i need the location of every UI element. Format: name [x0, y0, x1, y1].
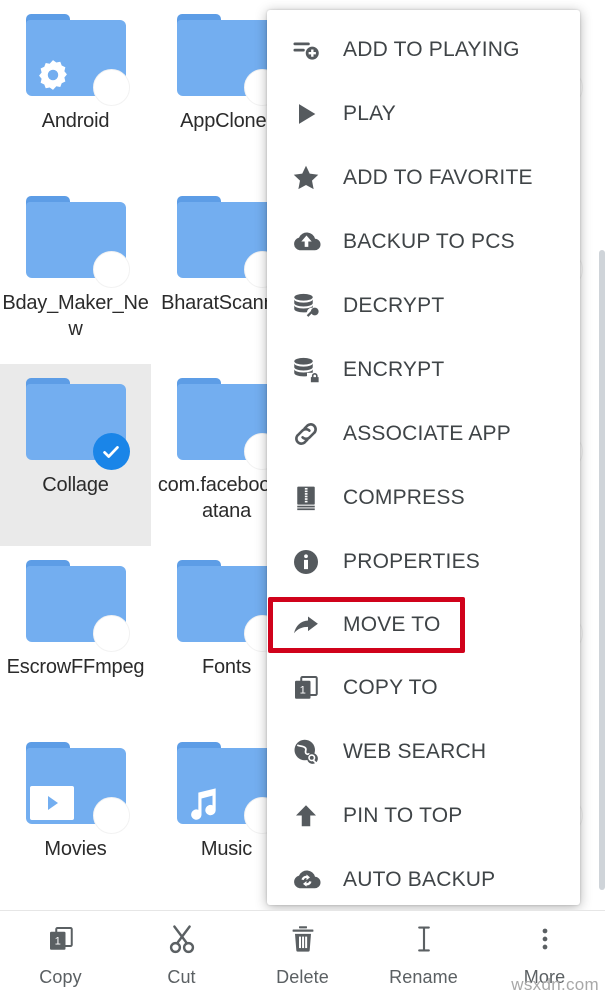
menu-item-label: ASSOCIATE APP: [343, 422, 511, 445]
folder-thumbnail: [176, 560, 281, 652]
bottom-action-rename[interactable]: Rename: [363, 920, 484, 988]
music-note-icon: [183, 784, 225, 822]
folder-label: Movies: [44, 838, 107, 860]
selection-checkbox-checked[interactable]: [92, 433, 130, 470]
cloud-sync-icon: [289, 863, 323, 897]
play-icon: [289, 97, 323, 131]
move-arrow-icon: [289, 608, 323, 642]
folder-thumbnail: [176, 742, 281, 834]
menu-item-properties[interactable]: PROPERTIES: [267, 530, 580, 594]
menu-item-move-to[interactable]: MOVE TO: [268, 597, 465, 653]
scissors-icon: [163, 920, 201, 958]
info-icon: [289, 545, 323, 579]
menu-item-decrypt[interactable]: DECRYPT: [267, 274, 580, 338]
folder-thumbnail: [176, 14, 281, 106]
folder-label: Bday_Maker_New: [2, 292, 149, 340]
menu-item-label: PIN TO TOP: [343, 804, 463, 827]
folder-label: EscrowFFmpeg: [6, 656, 145, 678]
context-menu: ADD TO PLAYING PLAY ADD TO FAVORITE BACKUP …: [267, 10, 580, 905]
link-icon: [289, 417, 323, 451]
bottom-action-copy[interactable]: 1 Copy: [0, 920, 121, 988]
folder-item[interactable]: Android: [0, 0, 151, 182]
folder-label: Android: [41, 110, 110, 132]
menu-item-label: BACKUP TO PCS: [343, 230, 515, 253]
svg-text:1: 1: [300, 684, 306, 696]
menu-item-label: ADD TO FAVORITE: [343, 166, 533, 189]
menu-item-encrypt[interactable]: ENCRYPT: [267, 338, 580, 402]
menu-item-auto-backup[interactable]: AUTO BACKUP: [267, 848, 580, 905]
bottom-action-label: Cut: [167, 967, 196, 987]
bottom-action-label: Delete: [276, 967, 329, 987]
database-lock-icon: [289, 353, 323, 387]
menu-item-label: AUTO BACKUP: [343, 868, 496, 891]
folder-item[interactable]: Movies: [0, 728, 151, 910]
database-key-icon: [289, 289, 323, 323]
text-cursor-icon: [405, 920, 443, 958]
menu-item-label: COMPRESS: [343, 486, 465, 509]
web-search-icon: [289, 735, 323, 769]
folder-thumbnail: [25, 14, 130, 106]
menu-item-label: PLAY: [343, 102, 396, 125]
folder-item[interactable]: Bday_Maker_New: [0, 182, 151, 364]
trash-icon: [284, 920, 322, 958]
menu-item-label: WEB SEARCH: [343, 740, 487, 763]
video-icon: [29, 786, 74, 820]
menu-item-label: MOVE TO: [343, 613, 441, 636]
menu-item-web-search[interactable]: WEB SEARCH: [267, 720, 580, 784]
selection-checkbox[interactable]: [92, 615, 130, 652]
folder-thumbnail: [176, 378, 281, 470]
bottom-action-delete[interactable]: Delete: [242, 920, 363, 988]
copy-icon: 1: [289, 671, 323, 705]
selection-checkbox[interactable]: [92, 69, 130, 106]
star-icon: [289, 161, 323, 195]
folder-thumbnail: [25, 742, 130, 834]
zip-icon: [289, 481, 323, 515]
gear-icon: [32, 56, 74, 94]
menu-item-label: PROPERTIES: [343, 550, 480, 573]
folder-thumbnail: [176, 196, 281, 288]
menu-item-associate-app[interactable]: ASSOCIATE APP: [267, 402, 580, 466]
overflow-dots-icon: [526, 920, 564, 958]
watermark-text: wsxdn.com: [511, 975, 599, 994]
bottom-action-cut[interactable]: Cut: [121, 920, 242, 988]
selection-checkbox[interactable]: [92, 797, 130, 834]
vertical-scrollbar[interactable]: [599, 250, 605, 890]
playlist-add-icon: [289, 33, 323, 67]
bottom-action-label: Copy: [39, 967, 82, 987]
menu-item-copy-to[interactable]: 1 COPY TO: [267, 656, 580, 720]
folder-thumbnail: [25, 560, 130, 652]
pin-up-arrow-icon: [289, 799, 323, 833]
svg-text:1: 1: [54, 935, 60, 947]
folder-thumbnail: [25, 196, 130, 288]
menu-item-compress[interactable]: COMPRESS: [267, 466, 580, 530]
menu-item-play[interactable]: PLAY: [267, 82, 580, 146]
folder-thumbnail: [25, 378, 130, 470]
folder-item[interactable]: EscrowFFmpeg: [0, 546, 151, 728]
folder-label: Collage: [42, 474, 109, 496]
selection-checkbox[interactable]: [92, 251, 130, 288]
copy-icon: 1: [42, 920, 80, 958]
menu-item-pin-to-top[interactable]: PIN TO TOP: [267, 784, 580, 848]
bottom-action-label: Rename: [389, 967, 458, 987]
folder-item[interactable]: Collage: [0, 364, 151, 546]
cloud-upload-icon: [289, 225, 323, 259]
menu-item-label: ENCRYPT: [343, 358, 445, 381]
menu-item-add-to-playing[interactable]: ADD TO PLAYING: [267, 18, 580, 82]
file-manager-screen: Android AppCloner Bday_Maker_New BharatScan…: [0, 0, 605, 997]
menu-item-add-to-favorite[interactable]: ADD TO FAVORITE: [267, 146, 580, 210]
menu-item-label: ADD TO PLAYING: [343, 38, 520, 61]
menu-item-label: COPY TO: [343, 676, 438, 699]
menu-item-label: DECRYPT: [343, 294, 445, 317]
menu-item-backup-to-pcs[interactable]: BACKUP TO PCS: [267, 210, 580, 274]
